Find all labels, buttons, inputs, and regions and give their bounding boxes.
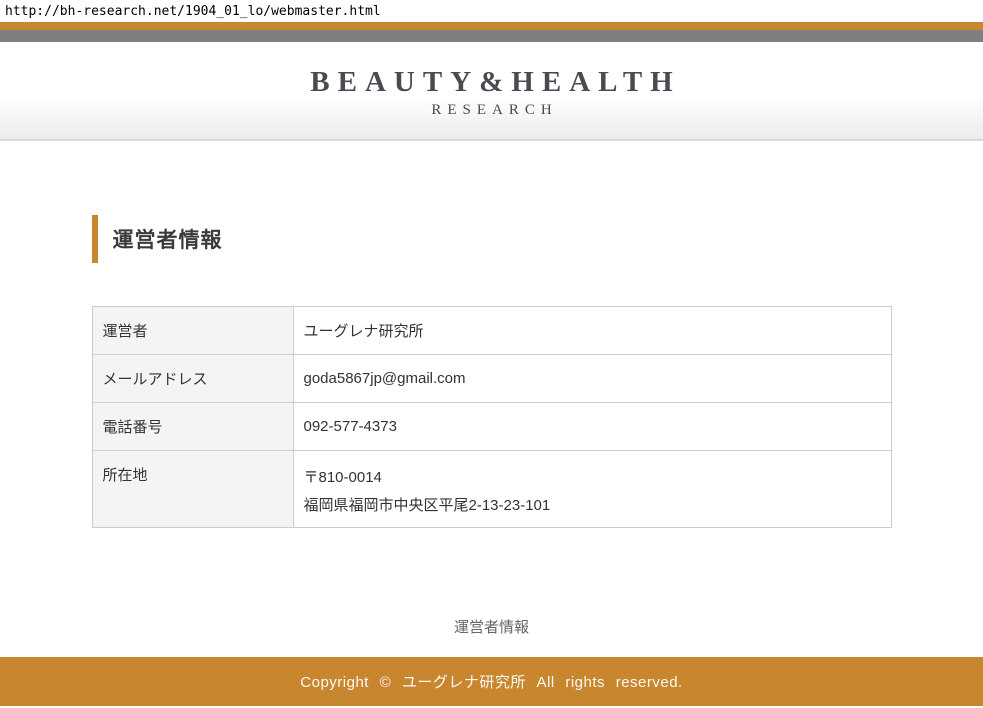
- footer-link-operator-info[interactable]: 運営者情報: [454, 619, 529, 636]
- row-value-phone: 092-577-4373: [293, 403, 891, 451]
- gray-strip: [0, 30, 983, 42]
- copyright-text: Copyright © ユーグレナ研究所 All rights reserved…: [300, 671, 682, 692]
- table-row: 所在地 〒810-0014 福岡県福岡市中央区平尾2-13-23-101: [92, 451, 891, 528]
- table-row: 電話番号 092-577-4373: [92, 403, 891, 451]
- table-row: メールアドレス goda5867jp@gmail.com: [92, 355, 891, 403]
- row-value-operator: ユーグレナ研究所: [293, 307, 891, 355]
- row-label-phone: 電話番号: [92, 403, 293, 451]
- row-label-email: メールアドレス: [92, 355, 293, 403]
- page-heading: 運営者情報: [92, 215, 892, 263]
- operator-info-table: 運営者 ユーグレナ研究所 メールアドレス goda5867jp@gmail.co…: [92, 306, 892, 528]
- footer-nav: 運営者情報: [0, 616, 983, 631]
- accent-strip: [0, 22, 983, 30]
- table-row: 運営者 ユーグレナ研究所: [92, 307, 891, 355]
- heading-accent-bar: [92, 215, 98, 263]
- row-label-address: 所在地: [92, 451, 293, 528]
- row-label-operator: 運営者: [92, 307, 293, 355]
- page-url: http://bh-research.net/1904_01_lo/webmas…: [0, 4, 381, 19]
- address-postal-code: 〒810-0014: [304, 464, 881, 492]
- logo-subtitle: RESEARCH: [302, 101, 680, 119]
- site-header: BEAUTY&HEALTH RESEARCH: [0, 42, 983, 141]
- main-content: 運営者情報 運営者 ユーグレナ研究所 メールアドレス goda5867jp@gm…: [92, 215, 892, 528]
- site-logo[interactable]: BEAUTY&HEALTH RESEARCH: [302, 66, 680, 119]
- footer-bar: Copyright © ユーグレナ研究所 All rights reserved…: [0, 657, 983, 706]
- url-bar: http://bh-research.net/1904_01_lo/webmas…: [0, 0, 983, 22]
- address-street: 福岡県福岡市中央区平尾2-13-23-101: [304, 492, 881, 520]
- row-value-email: goda5867jp@gmail.com: [293, 355, 891, 403]
- logo-title: BEAUTY&HEALTH: [302, 66, 680, 98]
- page-title: 運営者情報: [113, 224, 223, 254]
- row-value-address: 〒810-0014 福岡県福岡市中央区平尾2-13-23-101: [293, 451, 891, 528]
